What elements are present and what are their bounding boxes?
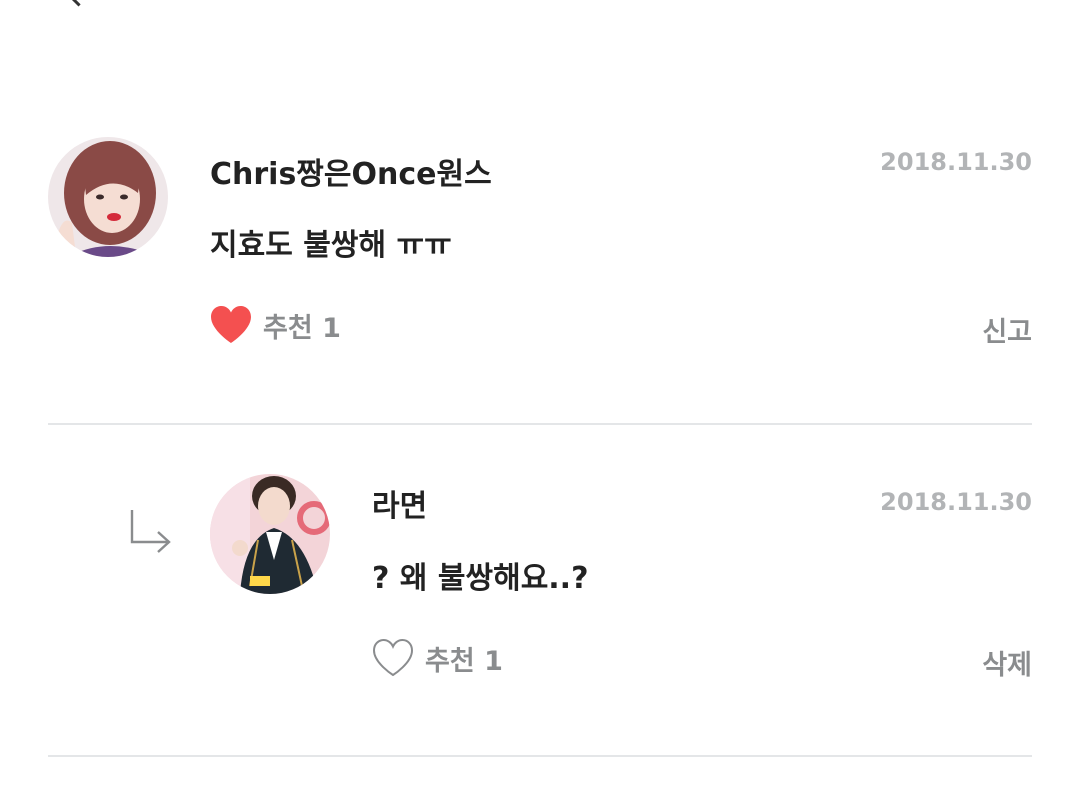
delete-button[interactable]: 삭제 bbox=[982, 643, 1032, 682]
username[interactable]: 라면 bbox=[372, 481, 427, 525]
divider bbox=[48, 423, 1032, 425]
divider bbox=[48, 755, 1032, 757]
reply-arrow-icon bbox=[130, 510, 171, 553]
like-count: 추천 1 bbox=[425, 645, 503, 677]
like-count: 추천 1 bbox=[263, 312, 341, 344]
like-button[interactable]: 추천 1 bbox=[209, 305, 341, 345]
avatar[interactable] bbox=[210, 474, 330, 594]
username[interactable]: Chris짱은Once원스 bbox=[210, 149, 492, 193]
heart-filled-icon bbox=[211, 306, 251, 343]
avatar[interactable] bbox=[48, 137, 168, 257]
comment-date: 2018.11.30 bbox=[880, 148, 1032, 176]
like-button[interactable]: 추천 1 bbox=[371, 638, 503, 678]
comment-thread: Chris짱은Once원스 2018.11.30 지효도 불쌍해 ㅠㅠ 추천 1… bbox=[0, 0, 1080, 810]
heart-outline-icon bbox=[372, 638, 414, 677]
back-icon[interactable] bbox=[66, 0, 91, 7]
comment-date: 2018.11.30 bbox=[880, 488, 1032, 516]
report-button[interactable]: 신고 bbox=[982, 310, 1032, 349]
comment-text: 지효도 불쌍해 ㅠㅠ bbox=[210, 228, 452, 263]
comment-text: ? 왜 불쌍해요..? bbox=[372, 561, 589, 596]
